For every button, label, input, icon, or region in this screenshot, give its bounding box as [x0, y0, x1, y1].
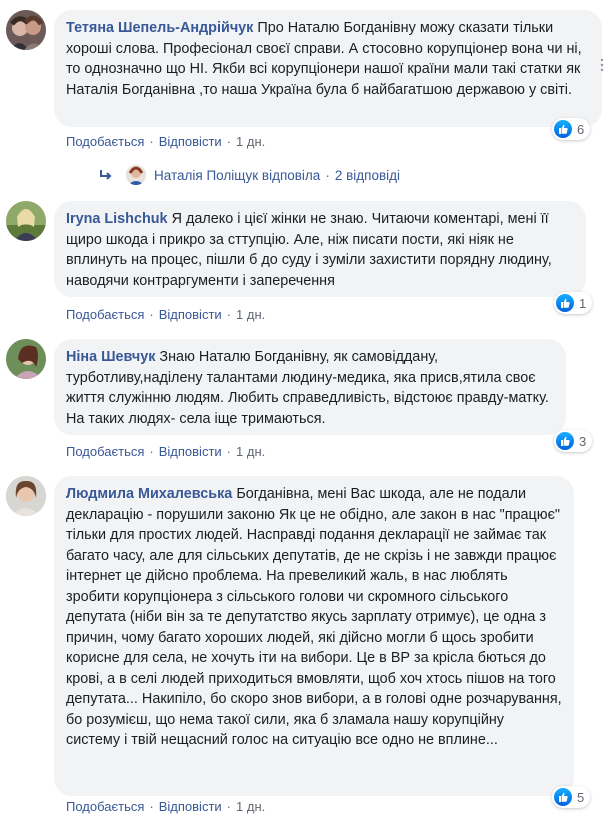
separator: ·	[325, 167, 330, 183]
comment-text: Богданівна, мені Вас шкода, але не подал…	[66, 486, 562, 748]
separator: ·	[226, 307, 232, 322]
comment-time[interactable]: 1 дн.	[236, 444, 265, 459]
reply-link[interactable]: Відповісти	[159, 444, 222, 459]
comment-bubble: Iryna Lishchuk Я далеко і цієї жінки не …	[54, 201, 586, 297]
reply-link[interactable]: Відповісти	[159, 307, 222, 322]
separator: ·	[149, 799, 154, 814]
separator: ·	[226, 444, 232, 459]
like-icon	[554, 788, 572, 806]
comment: Iryna Lishchuk Я далеко і цієї жінки не …	[6, 201, 602, 326]
comment-bubble: Тетяна Шепель-Андрійчук Про Наталю Богда…	[54, 10, 602, 127]
comment-time[interactable]: 1 дн.	[236, 134, 265, 149]
avatar[interactable]	[6, 476, 46, 516]
replier-avatar[interactable]	[126, 165, 146, 185]
reaction-number: 5	[577, 789, 585, 805]
more-options-icon[interactable]	[598, 58, 606, 72]
like-link[interactable]: Подобається	[66, 444, 144, 459]
reaction-count[interactable]: 5	[552, 786, 591, 808]
reaction-count[interactable]: 6	[552, 118, 591, 140]
comment-actions: Подобається · Відповісти · 1 дн.	[66, 799, 265, 814]
separator: ·	[226, 134, 232, 149]
reply-thread[interactable]: Наталія Поліщук відповіла · 2 відповіді	[98, 165, 400, 185]
reaction-number: 3	[579, 433, 587, 449]
reaction-number: 6	[577, 121, 585, 137]
comment-time[interactable]: 1 дн.	[236, 799, 265, 814]
comment-actions: Подобається · Відповісти · 1 дн.	[66, 134, 265, 149]
like-link[interactable]: Подобається	[66, 307, 144, 322]
comment-author[interactable]: Тетяна Шепель-Андрійчук	[66, 20, 253, 36]
reaction-count[interactable]: 3	[554, 430, 593, 452]
separator: ·	[149, 444, 154, 459]
separator: ·	[226, 799, 232, 814]
comment: Людмила Михалевська Богданівна, мені Вас…	[6, 476, 602, 822]
comment-bubble: Людмила Михалевська Богданівна, мені Вас…	[54, 476, 574, 796]
like-link[interactable]: Подобається	[66, 134, 144, 149]
reaction-count[interactable]: 1	[554, 292, 593, 314]
replier-label: Наталія Поліщук відповіла	[154, 167, 321, 183]
comment-actions: Подобається · Відповісти · 1 дн.	[66, 444, 265, 459]
avatar[interactable]	[6, 201, 46, 241]
reply-arrow-icon	[100, 170, 112, 180]
comment-author[interactable]: Iryna Lishchuk	[66, 211, 168, 227]
comment-author[interactable]: Людмила Михалевська	[66, 486, 232, 502]
separator: ·	[149, 134, 154, 149]
avatar[interactable]	[6, 10, 46, 50]
reply-link[interactable]: Відповісти	[159, 799, 222, 814]
like-icon	[554, 120, 572, 138]
reply-link[interactable]: Відповісти	[159, 134, 222, 149]
comment: Ніна Шевчук Знаю Наталю Богданівну, як с…	[6, 339, 602, 464]
like-icon	[556, 294, 574, 312]
avatar[interactable]	[6, 339, 46, 379]
comment-author[interactable]: Ніна Шевчук	[66, 349, 155, 365]
comment: Тетяна Шепель-Андрійчук Про Наталю Богда…	[6, 10, 602, 150]
reaction-number: 1	[579, 295, 587, 311]
like-icon	[556, 432, 574, 450]
comment-actions: Подобається · Відповісти · 1 дн.	[66, 307, 265, 322]
like-link[interactable]: Подобається	[66, 799, 144, 814]
separator: ·	[149, 307, 154, 322]
comment-bubble: Ніна Шевчук Знаю Наталю Богданівну, як с…	[54, 339, 566, 435]
reply-count[interactable]: 2 відповіді	[335, 168, 400, 183]
comment-time[interactable]: 1 дн.	[236, 307, 265, 322]
